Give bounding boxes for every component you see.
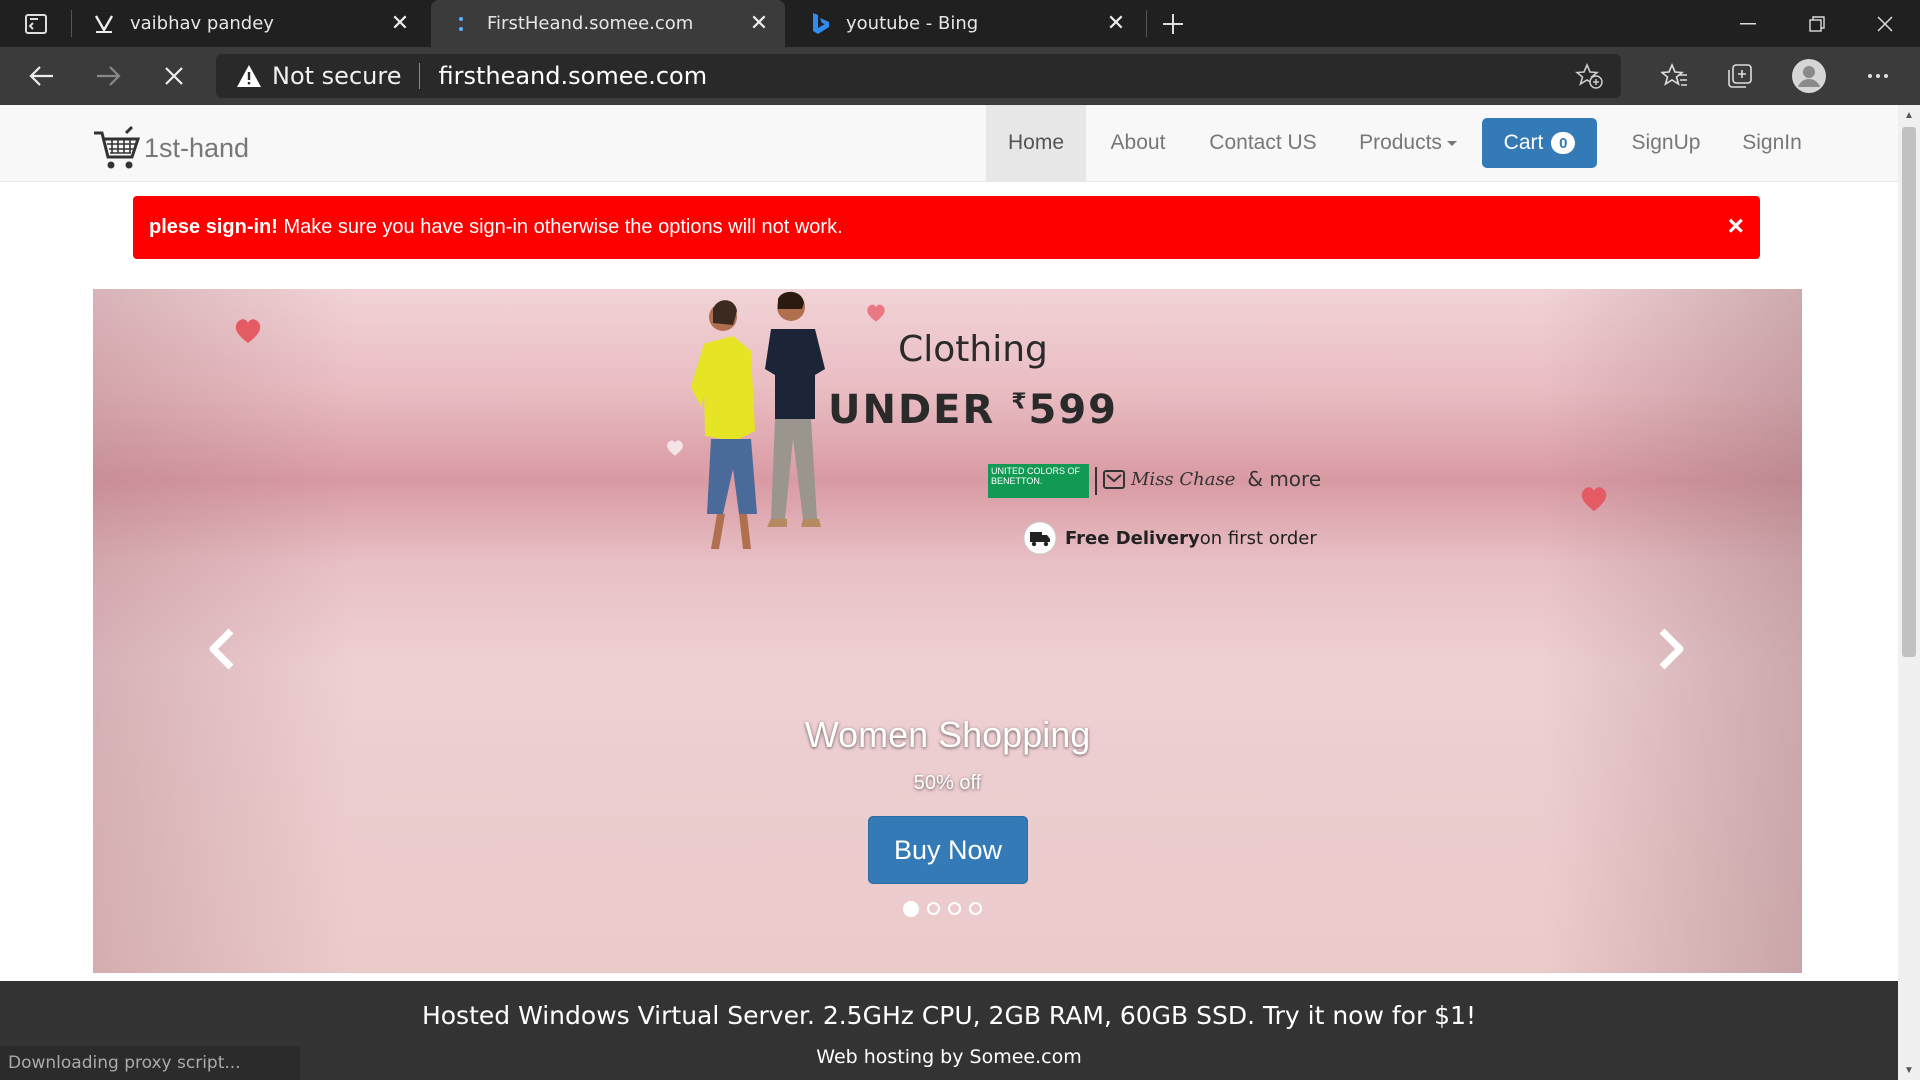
scrollbar-thumb[interactable] xyxy=(1902,127,1916,657)
brand-name[interactable]: 1st-hand xyxy=(144,133,249,164)
hero-carousel: Clothing UNDER ₹599 UNITED COLORS OF BEN… xyxy=(93,289,1802,973)
signin-alert: plese sign-in! Make sure you have sign-i… xyxy=(133,196,1760,259)
alert-message: plese sign-in! Make sure you have sign-i… xyxy=(149,216,843,239)
caret-down-icon xyxy=(1446,140,1457,146)
tab-actions-icon[interactable] xyxy=(16,8,56,40)
url-text[interactable]: firstheand.somee.com xyxy=(438,62,707,90)
carousel-indicator-4[interactable] xyxy=(969,902,982,915)
nav-signin[interactable]: SignIn xyxy=(1728,105,1816,181)
nav-home[interactable]: Home xyxy=(986,105,1086,181)
carousel-caption-title: Women Shopping xyxy=(804,714,1091,755)
collections-icon[interactable] xyxy=(1715,47,1765,105)
nav-products[interactable]: Products xyxy=(1348,105,1468,181)
carousel-indicator-1[interactable] xyxy=(903,901,919,917)
add-favorite-icon[interactable] xyxy=(1574,62,1603,94)
browser-status-bar: Downloading proxy script... xyxy=(0,1046,300,1080)
forward-icon[interactable] xyxy=(78,47,138,105)
promo-price: UNDER ₹599 xyxy=(593,387,1353,433)
cart-button[interactable]: Cart 0 xyxy=(1482,118,1597,168)
tab-separator xyxy=(71,10,72,37)
close-tab-icon[interactable]: ✕ xyxy=(747,11,771,36)
tab-firstheand[interactable]: FirstHeand.somee.com ✕ xyxy=(431,0,785,47)
shopping-cart-icon xyxy=(94,125,140,169)
brand-link[interactable]: 1st-hand xyxy=(92,125,249,171)
tab-title: vaibhav pandey xyxy=(130,13,274,34)
minimize-icon[interactable] xyxy=(1713,0,1783,47)
delivery-truck-icon xyxy=(1023,521,1057,555)
delivery-bold: Free Delivery xyxy=(1065,527,1200,549)
miss-chase-logo-icon xyxy=(1103,470,1125,489)
restore-icon[interactable] xyxy=(1782,0,1852,47)
new-tab-icon[interactable] xyxy=(1155,6,1191,42)
hosting-ad-text[interactable]: Hosted Windows Virtual Server. 2.5GHz CP… xyxy=(0,1001,1898,1030)
rupee-symbol: ₹ xyxy=(1011,389,1029,415)
back-icon[interactable] xyxy=(12,47,72,105)
browser-toolbar: Not secure firstheand.somee.com xyxy=(0,47,1920,105)
brand-divider xyxy=(1095,467,1097,495)
scroll-down-icon[interactable]: ▼ xyxy=(1898,1060,1920,1080)
alert-bold: plese sign-in! xyxy=(149,216,278,238)
close-tab-icon[interactable]: ✕ xyxy=(388,11,412,36)
favorites-icon[interactable] xyxy=(1650,47,1700,105)
nav-about[interactable]: About xyxy=(1094,105,1182,181)
heart-decoration-icon xyxy=(667,440,683,456)
promo-price-value: 599 xyxy=(1028,387,1119,433)
brand2-name: Miss Chase xyxy=(1131,468,1236,490)
brand-more: & more xyxy=(1247,467,1322,491)
cart-label: Cart xyxy=(1503,131,1544,154)
heart-decoration-icon xyxy=(867,304,885,322)
close-window-icon[interactable] xyxy=(1850,0,1920,47)
carousel-indicator-2[interactable] xyxy=(927,902,940,915)
tab-vaibhav[interactable]: vaibhav pandey ✕ xyxy=(74,0,426,47)
close-alert-icon[interactable]: × xyxy=(1728,210,1744,242)
promo-heading: Clothing xyxy=(898,329,1048,370)
stop-loading-icon[interactable] xyxy=(144,47,204,105)
nav-contact[interactable]: Contact US xyxy=(1196,105,1330,181)
free-delivery-note: Free Delivery on first order xyxy=(1023,521,1317,555)
address-bar[interactable]: Not secure firstheand.somee.com xyxy=(216,54,1621,98)
alert-text: Make sure you have sign-in otherwise the… xyxy=(277,216,843,238)
benetton-logo: UNITED COLORS OF BENETTON. xyxy=(988,464,1089,498)
tab-bing[interactable]: youtube - Bing ✕ xyxy=(790,0,1142,47)
bing-icon xyxy=(808,12,832,36)
security-label[interactable]: Not secure xyxy=(272,62,401,90)
heart-decoration-icon xyxy=(1581,487,1607,511)
carousel-caption-subtitle: 50% off xyxy=(913,772,982,794)
profile-avatar-icon[interactable] xyxy=(1784,47,1834,105)
tab-separator xyxy=(1146,10,1147,37)
delivery-text: on first order xyxy=(1199,527,1317,549)
buy-now-button[interactable]: Buy Now xyxy=(868,816,1028,884)
tab-strip: vaibhav pandey ✕ FirstHeand.somee.com ✕ … xyxy=(0,0,1920,47)
site-navbar: 1st-hand Home About Contact US Products … xyxy=(0,105,1898,182)
carousel-indicators xyxy=(903,901,982,917)
nav-products-label: Products xyxy=(1359,131,1442,154)
vaibhav-v-icon xyxy=(92,12,116,36)
nav-signup[interactable]: SignUp xyxy=(1616,105,1716,181)
warning-icon[interactable] xyxy=(236,64,262,88)
settings-more-icon[interactable] xyxy=(1853,47,1903,105)
miss-chase-brand: Miss Chase & more xyxy=(1103,467,1321,491)
heart-decoration-icon xyxy=(235,319,261,343)
tab-title: FirstHeand.somee.com xyxy=(487,13,694,34)
promo-price-prefix: UNDER xyxy=(827,387,1012,433)
cart-count-badge: 0 xyxy=(1551,132,1576,154)
scroll-up-icon[interactable]: ▲ xyxy=(1898,105,1920,125)
address-divider xyxy=(419,63,421,89)
carousel-next-icon[interactable] xyxy=(1640,619,1700,679)
loading-dots-icon xyxy=(449,12,473,36)
web-page: 1st-hand Home About Contact US Products … xyxy=(0,105,1898,1080)
carousel-indicator-3[interactable] xyxy=(948,902,961,915)
page-scrollbar[interactable]: ▲ ▼ xyxy=(1898,105,1920,1080)
close-tab-icon[interactable]: ✕ xyxy=(1104,11,1128,36)
carousel-prev-icon[interactable] xyxy=(193,619,253,679)
tab-title: youtube - Bing xyxy=(846,13,979,34)
